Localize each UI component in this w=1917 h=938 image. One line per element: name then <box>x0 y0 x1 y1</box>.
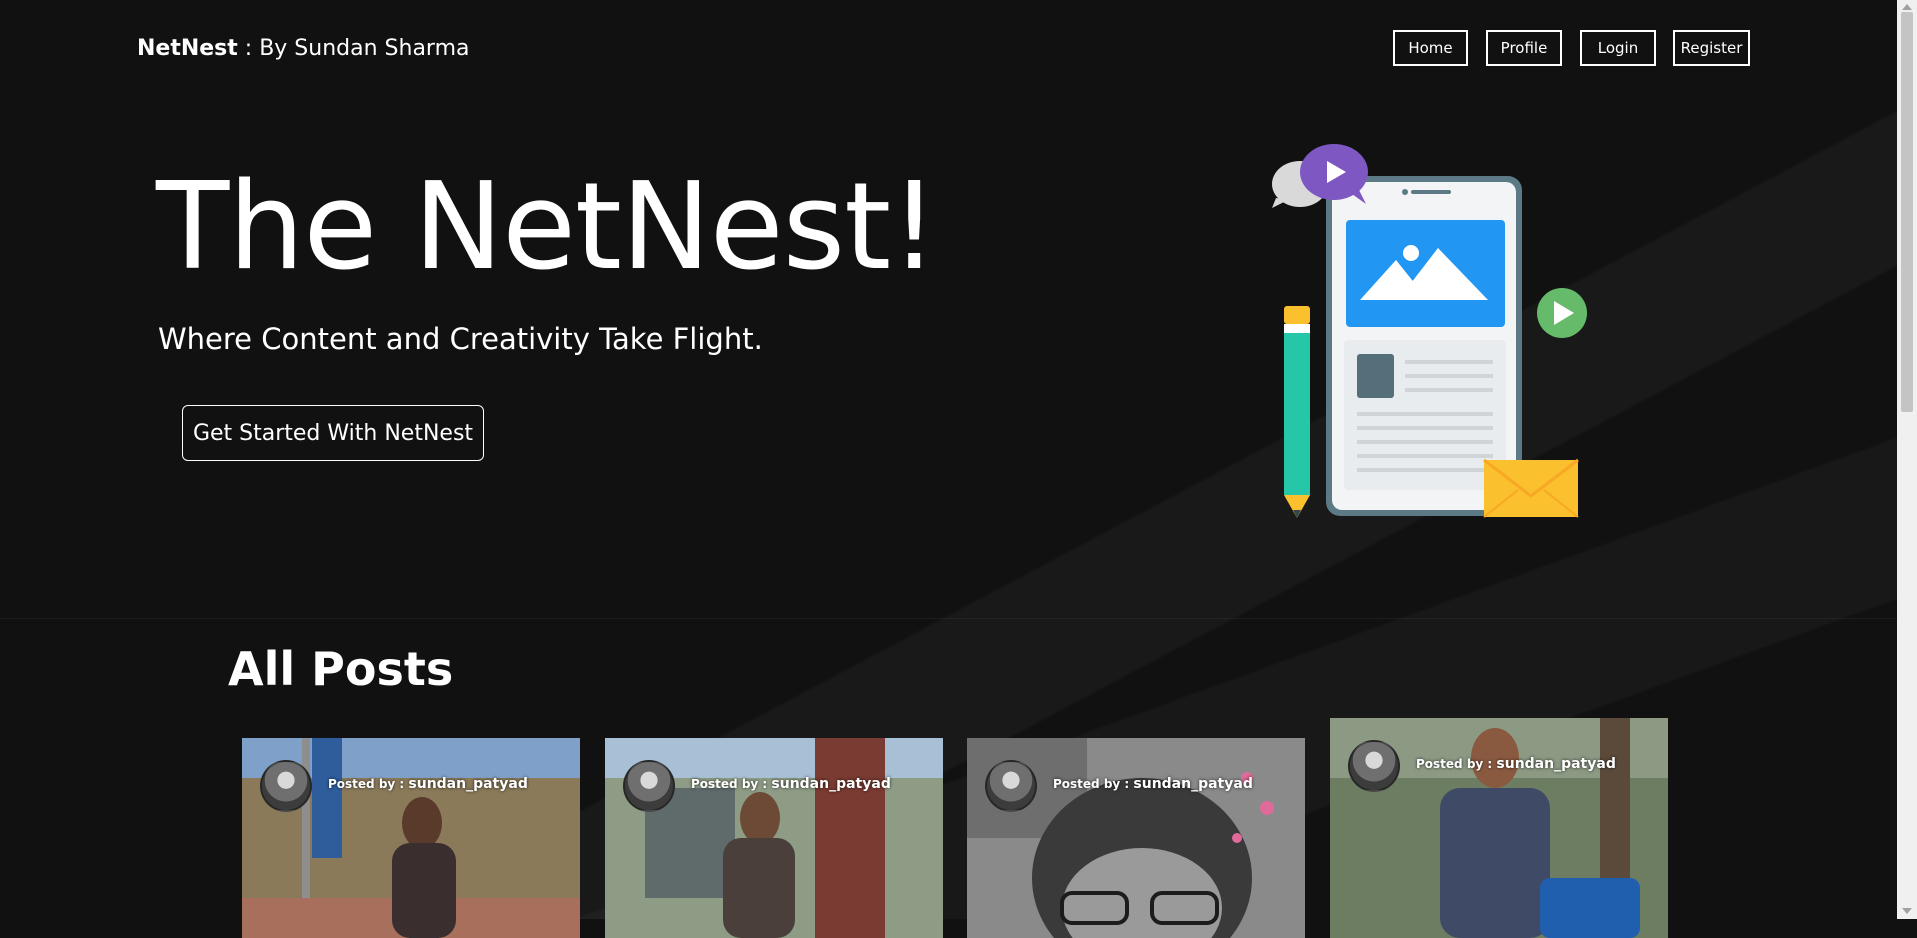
play-icon <box>1537 288 1587 338</box>
post-username[interactable]: sundan_patyad <box>1496 756 1615 772</box>
posted-by: Posted by : sundan_patyad <box>328 776 528 792</box>
brand-byline: : By Sundan Sharma <box>237 36 470 61</box>
posted-by-label: Posted by : <box>328 777 409 791</box>
post-card[interactable]: Posted by : sundan_patyad <box>605 738 943 938</box>
section-divider <box>0 618 1897 619</box>
hero-subtitle: Where Content and Creativity Take Flight… <box>158 322 763 356</box>
brand-name: NetNest <box>137 36 238 61</box>
content-lines <box>1344 340 1506 490</box>
scrollbar-thumb[interactable] <box>1901 12 1913 412</box>
posted-by: Posted by : sundan_patyad <box>1416 756 1616 772</box>
get-started-button[interactable]: Get Started With NetNest <box>182 405 484 461</box>
hero-illustration <box>1272 144 1587 518</box>
nav-home-button[interactable]: Home <box>1393 30 1468 66</box>
post-card[interactable]: Posted by : sundan_patyad <box>242 738 580 938</box>
image-icon <box>1346 220 1505 327</box>
scroll-up-icon[interactable] <box>1902 4 1912 10</box>
posted-by-label: Posted by : <box>691 777 772 791</box>
nav-profile-button[interactable]: Profile <box>1486 30 1562 66</box>
envelope-icon <box>1483 458 1579 518</box>
scroll-down-icon[interactable] <box>1902 908 1912 914</box>
page-scrollbar[interactable] <box>1897 0 1917 919</box>
posted-by-label: Posted by : <box>1053 777 1134 791</box>
brand[interactable]: NetNest : By Sundan Sharma <box>137 36 470 61</box>
posted-by-label: Posted by : <box>1416 757 1497 771</box>
post-card[interactable]: Posted by : sundan_patyad <box>1330 718 1668 938</box>
avatar <box>1348 740 1400 792</box>
pencil-icon <box>1284 306 1310 518</box>
all-posts-heading: All Posts <box>228 642 454 696</box>
avatar <box>985 760 1037 812</box>
post-card[interactable]: Posted by : sundan_patyad <box>967 738 1305 938</box>
post-username[interactable]: sundan_patyad <box>771 776 890 792</box>
nav-login-button[interactable]: Login <box>1580 30 1656 66</box>
post-username[interactable]: sundan_patyad <box>1133 776 1252 792</box>
hero-title: The NetNest! <box>156 158 938 297</box>
posted-by: Posted by : sundan_patyad <box>1053 776 1253 792</box>
nav-register-button[interactable]: Register <box>1673 30 1750 66</box>
posted-by: Posted by : sundan_patyad <box>691 776 891 792</box>
avatar <box>260 760 312 812</box>
avatar <box>623 760 675 812</box>
post-username[interactable]: sundan_patyad <box>408 776 527 792</box>
